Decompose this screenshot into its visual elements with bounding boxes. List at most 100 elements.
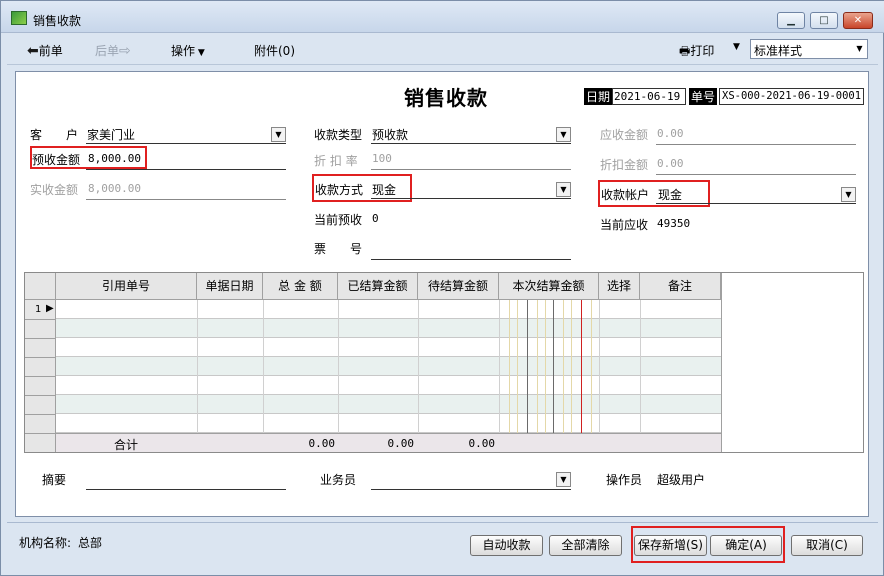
doc-no-field[interactable]: XS-000-2021-06-19-0001	[719, 88, 864, 105]
row-number: 1	[35, 304, 42, 315]
col-line	[197, 300, 198, 452]
prev-button[interactable]: ⬅前单	[27, 42, 63, 59]
settlement-grid: 引用单号 单据日期 总 金 额 已结算金额 待结算金额 本次结算金额 选择 备注	[24, 272, 864, 453]
toolbar: ⬅前单 后单⇨ 操作 ▼ 附件(0) 🖶打印 ▼ 标准样式 ▼	[7, 35, 878, 65]
table-row[interactable]	[56, 300, 721, 319]
prepay-underline	[86, 169, 286, 170]
method-dropdown-icon[interactable]: ▼	[556, 182, 571, 197]
method-underline	[371, 198, 571, 199]
table-row[interactable]	[56, 319, 721, 338]
col-line	[263, 300, 264, 452]
col-header-current[interactable]: 本次结算金额	[499, 273, 599, 300]
current-row-icon: ▶	[46, 303, 54, 314]
date-label: 日期	[584, 88, 613, 105]
col-header-ref-no[interactable]: 引用单号	[56, 273, 197, 300]
next-button[interactable]: 后单⇨	[95, 42, 131, 59]
summary-field[interactable]	[86, 489, 286, 490]
row-divider	[25, 395, 56, 396]
ticket-field[interactable]	[371, 259, 571, 260]
total-amount: 0.00	[308, 437, 336, 450]
print-style-value: 标准样式	[754, 44, 803, 58]
form-title: 销售收款	[404, 86, 488, 110]
print-button[interactable]: 🖶打印	[679, 42, 714, 63]
salesperson-field[interactable]	[371, 489, 571, 490]
col-line	[599, 300, 600, 452]
col-header-select[interactable]: 选择	[599, 273, 640, 300]
chevron-down-icon: ▼	[852, 42, 867, 57]
print-style-select[interactable]: 标准样式 ▼	[750, 39, 868, 59]
receivable-value[interactable]: 0.00	[657, 127, 684, 140]
table-row[interactable]	[56, 357, 721, 376]
clear-all-button[interactable]: 全部清除	[549, 535, 622, 556]
row-divider	[25, 338, 56, 339]
grid-corner	[25, 273, 56, 300]
col-line	[338, 300, 339, 452]
cancel-button[interactable]: 取消(C)	[791, 535, 863, 556]
prepay-value[interactable]: 8,000.00	[88, 152, 141, 165]
window-title: 销售收款	[33, 14, 82, 28]
account-value[interactable]: 现金	[658, 186, 682, 203]
account-underline	[656, 203, 856, 204]
prepay-label: 预收金额	[32, 153, 81, 167]
total-pending: 0.00	[468, 437, 496, 450]
method-value[interactable]: 现金	[372, 181, 396, 198]
col-header-settled[interactable]: 已结算金额	[338, 273, 418, 300]
guide-line	[545, 300, 546, 452]
guide-line	[517, 300, 518, 452]
printer-icon: 🖶	[679, 44, 691, 58]
col-line	[640, 300, 641, 452]
col-header-date[interactable]: 单据日期	[197, 273, 263, 300]
salesperson-dropdown-icon[interactable]: ▼	[556, 472, 571, 487]
ticket-label: 票 号	[314, 242, 363, 256]
account-dropdown-icon[interactable]: ▼	[841, 187, 856, 202]
row-divider	[25, 319, 56, 320]
col-line	[499, 300, 500, 452]
current-receivable-value: 49350	[657, 217, 691, 230]
table-row[interactable]	[56, 395, 721, 414]
auto-receive-button[interactable]: 自动收款	[470, 535, 543, 556]
current-receivable-label: 当前应收	[600, 218, 649, 232]
customer-label: 客 户	[30, 128, 79, 142]
guide-line	[553, 300, 554, 452]
type-dropdown-icon[interactable]: ▼	[556, 127, 571, 142]
col-header-remark[interactable]: 备注	[640, 273, 721, 300]
date-field[interactable]: 2021-06-19	[612, 88, 686, 105]
print-label: 打印	[690, 44, 715, 58]
ok-button[interactable]: 确定(A)	[710, 535, 782, 556]
save-new-button[interactable]: 保存新增(S)	[634, 535, 707, 556]
window: 销售收款 ▁ □ ✕ ⬅前单 后单⇨ 操作 ▼ 附件(0) 🖶打印 ▼ 标准样式…	[0, 0, 884, 576]
maximize-button[interactable]: □	[810, 12, 838, 29]
close-button[interactable]: ✕	[843, 12, 873, 29]
guide-line	[509, 300, 510, 452]
print-dropdown-icon[interactable]: ▼	[733, 42, 740, 52]
table-row[interactable]	[56, 414, 721, 433]
actual-value[interactable]: 8,000.00	[88, 182, 141, 195]
customer-value[interactable]: 家美门业	[87, 126, 135, 143]
divider	[7, 522, 878, 523]
row-divider	[25, 376, 56, 377]
operator-label: 操作员	[606, 473, 643, 487]
method-label: 收款方式	[315, 183, 364, 197]
discount-amount-value[interactable]: 0.00	[657, 157, 684, 170]
table-row[interactable]	[56, 338, 721, 357]
discount-amount-label: 折扣金额	[600, 158, 649, 172]
discount-rate-value[interactable]: 100	[372, 152, 392, 165]
minimize-button[interactable]: ▁	[777, 12, 805, 29]
col-header-pending[interactable]: 待结算金额	[418, 273, 499, 300]
operations-menu[interactable]: 操作 ▼	[171, 42, 205, 59]
title-bar: 销售收款 ▁ □ ✕	[1, 1, 884, 33]
col-header-total[interactable]: 总 金 额	[263, 273, 338, 300]
account-label: 收款帐户	[601, 188, 650, 202]
discount-rate-underline	[371, 169, 571, 170]
app-icon	[11, 11, 27, 25]
guide-line	[581, 300, 582, 452]
table-row[interactable]	[56, 376, 721, 395]
actual-label: 实收金额	[30, 183, 79, 197]
type-value[interactable]: 预收款	[372, 126, 408, 143]
actual-underline	[86, 199, 286, 200]
attachment-button[interactable]: 附件(0)	[254, 42, 295, 59]
customer-dropdown-icon[interactable]: ▼	[271, 127, 286, 142]
prev-label: 前单	[38, 44, 63, 58]
org-label: 机构名称:	[19, 536, 72, 550]
next-label: 后单	[95, 44, 120, 58]
